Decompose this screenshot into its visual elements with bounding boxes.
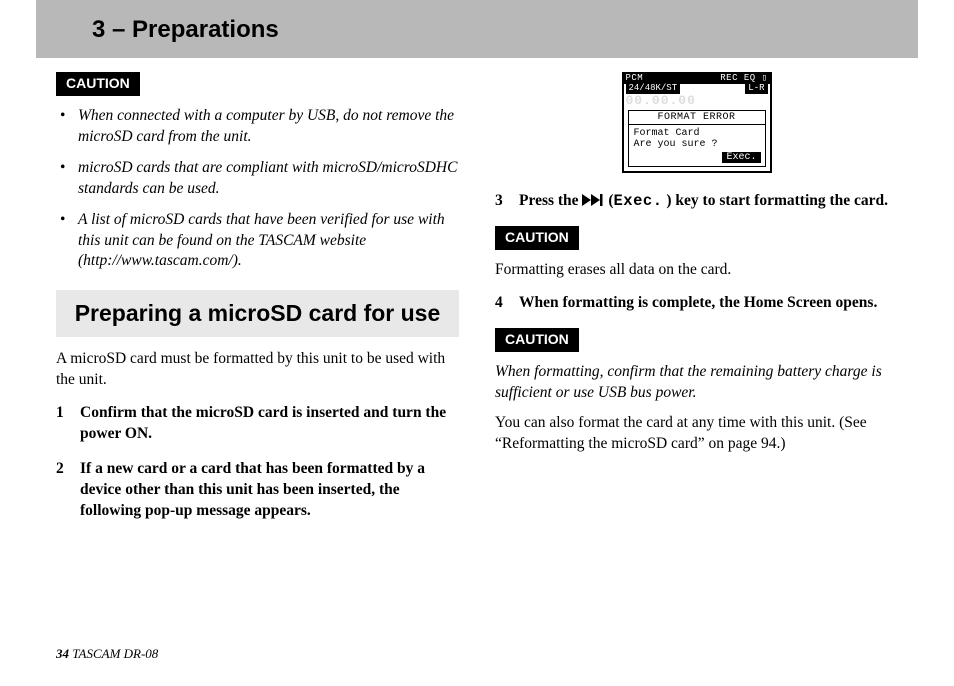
popup-line: Format Card <box>634 128 760 139</box>
bullet-item: When connected with a computer by USB, d… <box>56 106 459 148</box>
screen-sub-right: L-R <box>745 84 767 94</box>
caution-bullets: When connected with a computer by USB, d… <box>56 106 459 272</box>
popup-title: FORMAT ERROR <box>629 111 765 125</box>
footer-model: TASCAM DR-08 <box>69 646 158 661</box>
step-number: 3 <box>495 191 509 212</box>
step-number: 2 <box>56 459 70 522</box>
step3-exec-label: Exec. <box>613 192 662 210</box>
left-column: CAUTION When connected with a computer b… <box>56 72 459 536</box>
step-3: 3 Press the (Exec. ) key to start format… <box>495 191 898 212</box>
caution-text: Formatting erases all data on the card. <box>495 260 898 281</box>
fast-forward-icon <box>582 194 604 206</box>
page-number: 34 <box>56 646 69 661</box>
caution-italic-text: When formatting, confirm that the remain… <box>495 362 898 404</box>
caution-badge: CAUTION <box>495 328 579 352</box>
step3-prefix: Press the <box>519 192 582 209</box>
caution-badge: CAUTION <box>495 226 579 250</box>
step-text: When formatting is complete, the Home Sc… <box>519 293 898 314</box>
screen-popup: FORMAT ERROR Format Card Are you sure ? … <box>628 110 766 167</box>
content-columns: CAUTION When connected with a computer b… <box>0 58 954 536</box>
section-intro: A microSD card must be formatted by this… <box>56 349 459 391</box>
header-bar: 3 – Preparations <box>36 0 918 58</box>
step-number: 1 <box>56 403 70 445</box>
right-column: PCM REC EQ ▯ 24/48K/ST L-R 00.00.00 FORM… <box>495 72 898 536</box>
popup-body: Format Card Are you sure ? <box>629 125 765 152</box>
step-4: 4 When formatting is complete, the Home … <box>495 293 898 314</box>
bullet-item: microSD cards that are compliant with mi… <box>56 158 459 200</box>
step-number: 4 <box>495 293 509 314</box>
step3-suffix: ) key to start formatting the card. <box>666 192 888 209</box>
page-header-title: 3 – Preparations <box>92 16 918 44</box>
popup-exec-button: Exec. <box>722 152 760 163</box>
screen-time-digits: 00.00.00 <box>624 94 770 110</box>
step-text: Press the (Exec. ) key to start formatti… <box>519 191 898 212</box>
closing-paragraph: You can also format the card at any time… <box>495 413 898 455</box>
caution-badge: CAUTION <box>56 72 140 96</box>
step-1: 1 Confirm that the microSD card is inser… <box>56 403 459 445</box>
step-2: 2 If a new card or a card that has been … <box>56 459 459 522</box>
section-heading: Preparing a microSD card for use <box>56 290 459 337</box>
device-screen: PCM REC EQ ▯ 24/48K/ST L-R 00.00.00 FORM… <box>622 72 772 173</box>
page-footer: 34 TASCAM DR-08 <box>56 646 158 662</box>
step-text: If a new card or a card that has been fo… <box>80 459 459 522</box>
popup-line: Are you sure ? <box>634 139 760 150</box>
bullet-item: A list of microSD cards that have been v… <box>56 210 459 273</box>
popup-exec-row: Exec. <box>629 152 765 166</box>
step-text: Confirm that the microSD card is inserte… <box>80 403 459 445</box>
